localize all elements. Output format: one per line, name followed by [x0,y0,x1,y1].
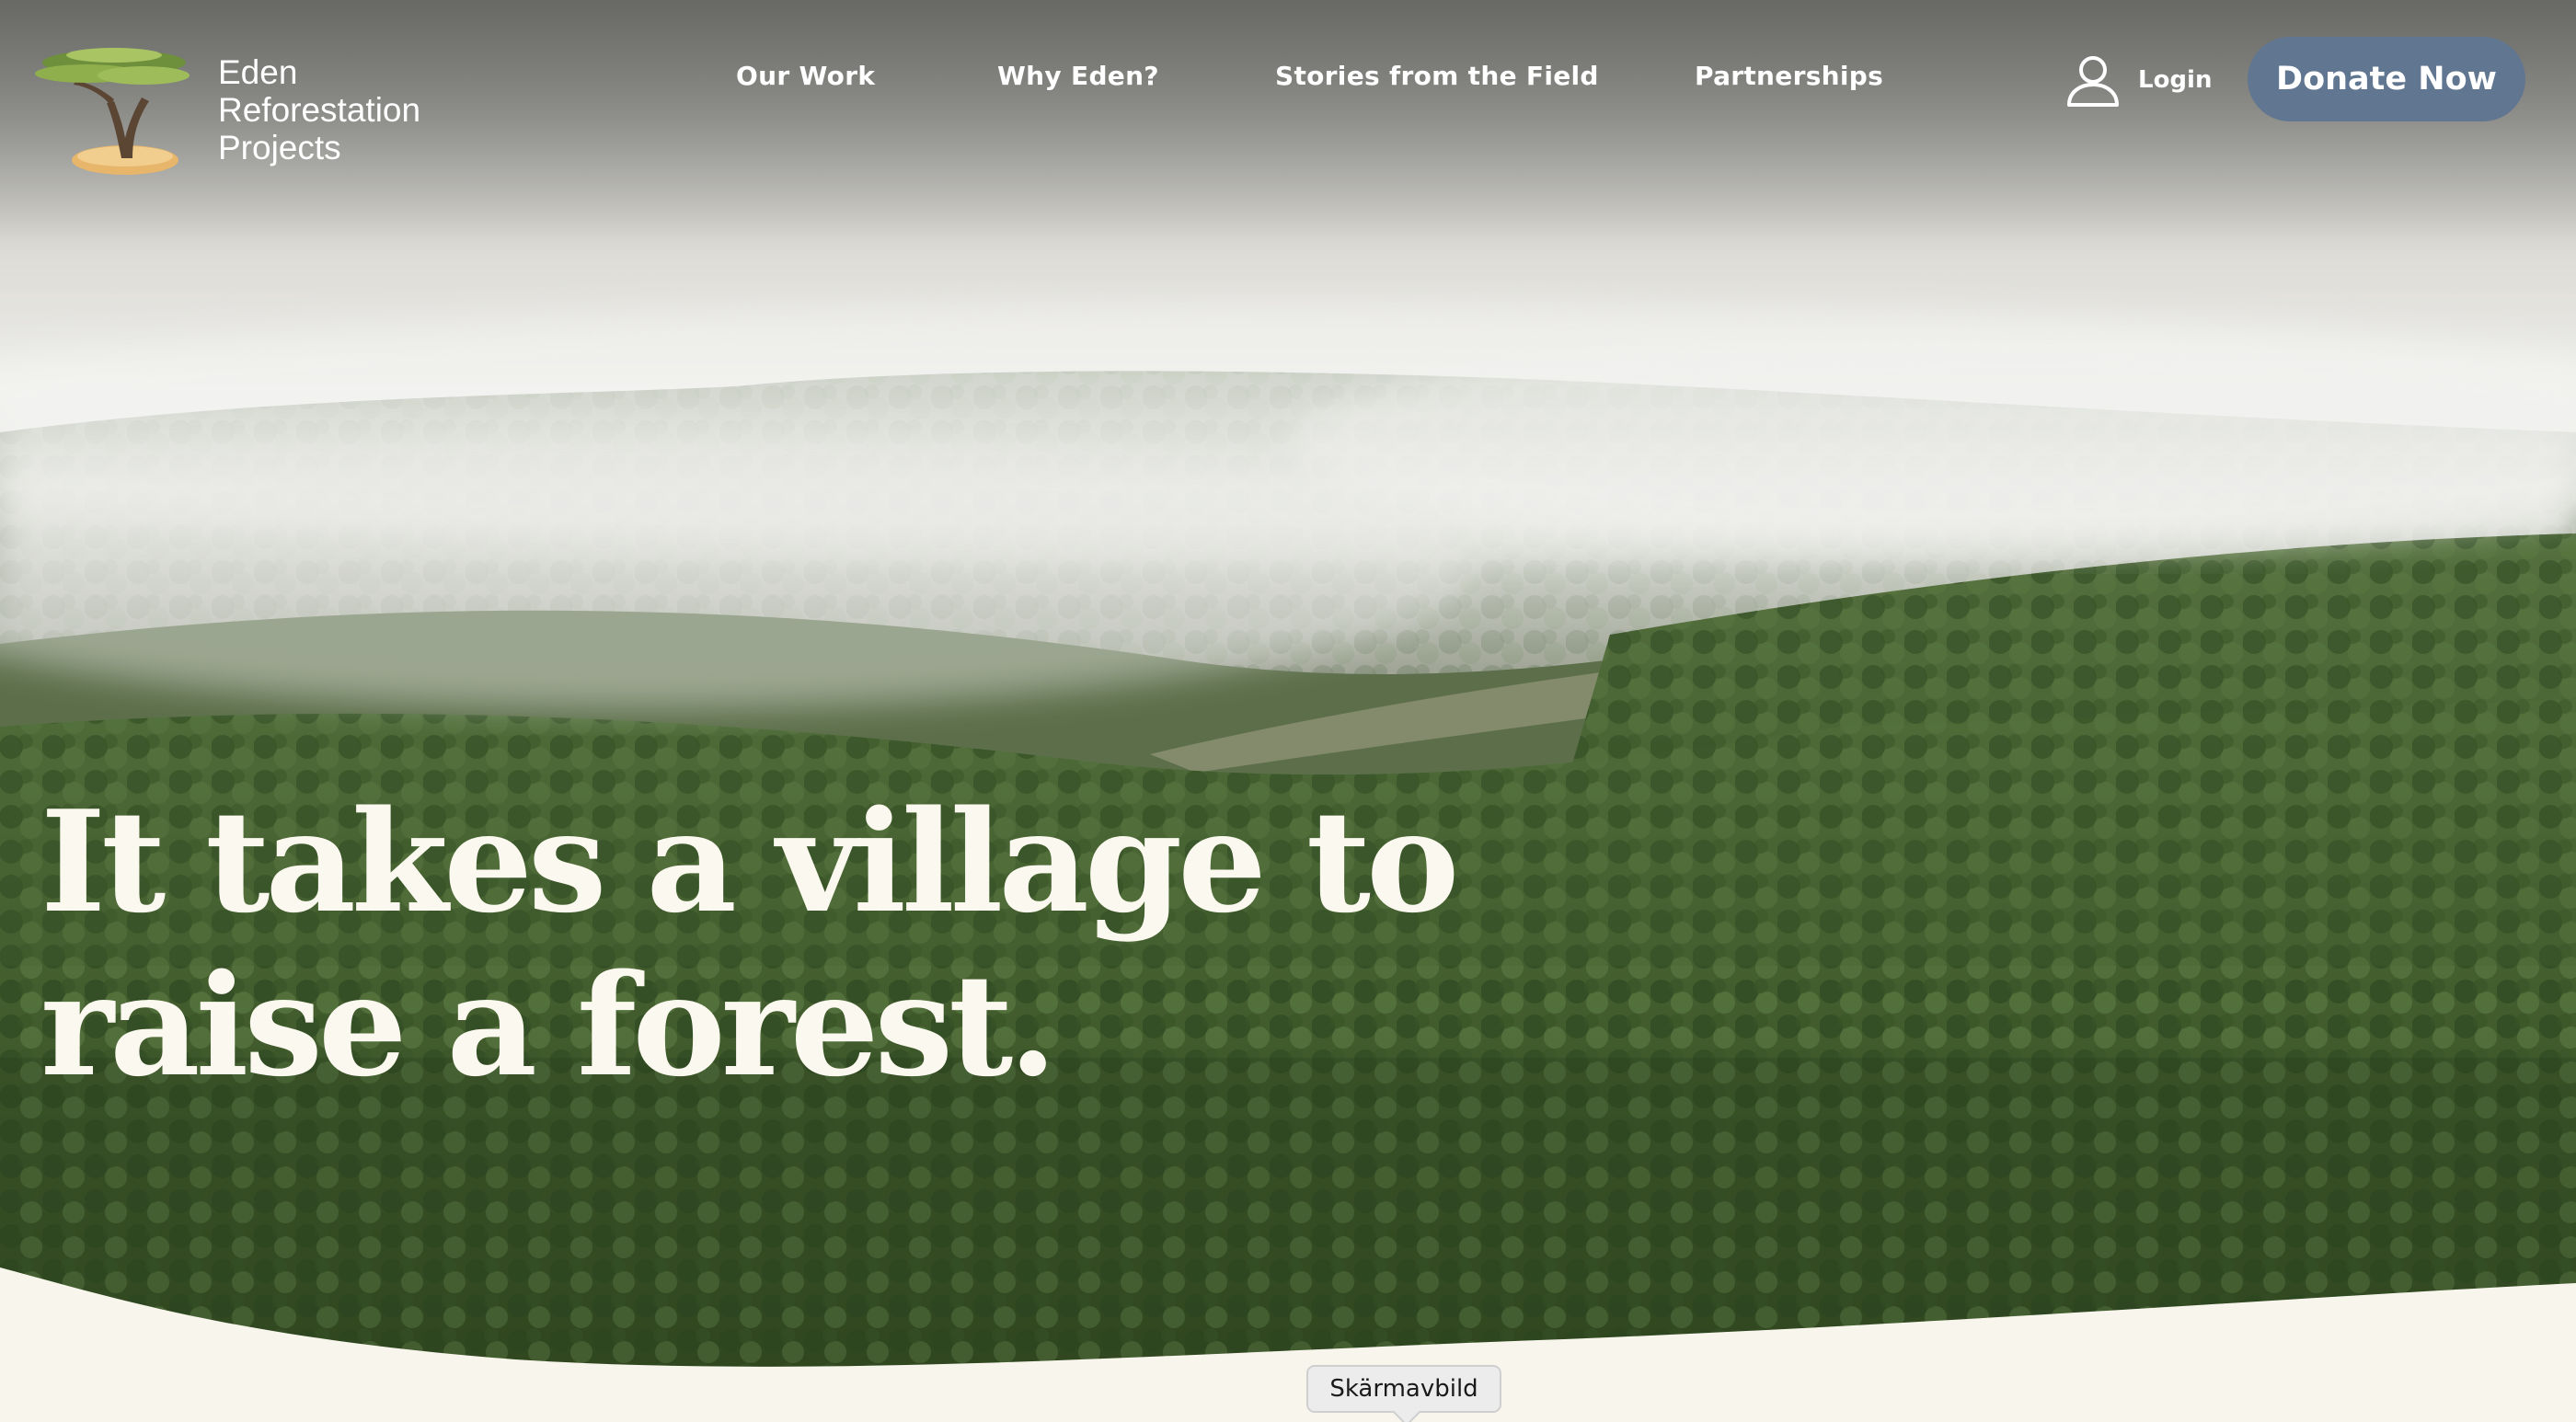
hero-forest-image [0,0,2576,1422]
nav-why-eden[interactable]: Why Eden? [997,61,1159,97]
donate-now-button[interactable]: Donate Now [2248,37,2525,121]
nav-partnerships[interactable]: Partnerships [1695,61,1883,97]
brand-name[interactable]: Eden Reforestation Projects [218,53,420,166]
logo[interactable] [22,39,206,186]
headline-line-1: It takes a village to [40,779,1459,944]
brand-line-3: Projects [218,129,341,166]
screenshot-tooltip: Skärmavbild [1306,1365,1501,1413]
tooltip-label: Skärmavbild [1329,1375,1478,1403]
nav-our-work[interactable]: Our Work [736,61,875,97]
login-link[interactable]: Login [2064,52,2212,109]
user-icon [2067,56,2119,107]
headline-line-2: raise a forest. [40,943,1057,1107]
brand-line-2: Reforestation [218,91,421,129]
nav-stories-from-the-field[interactable]: Stories from the Field [1275,61,1599,97]
acacia-tree-logo-icon [35,48,190,175]
hero-headline: It takes a village to raise a forest. [40,780,1512,1107]
hero-section: Eden Reforestation Projects Our Work Why… [0,0,2576,1422]
login-label: Login [2138,66,2213,94]
brand-line-1: Eden [218,53,298,91]
